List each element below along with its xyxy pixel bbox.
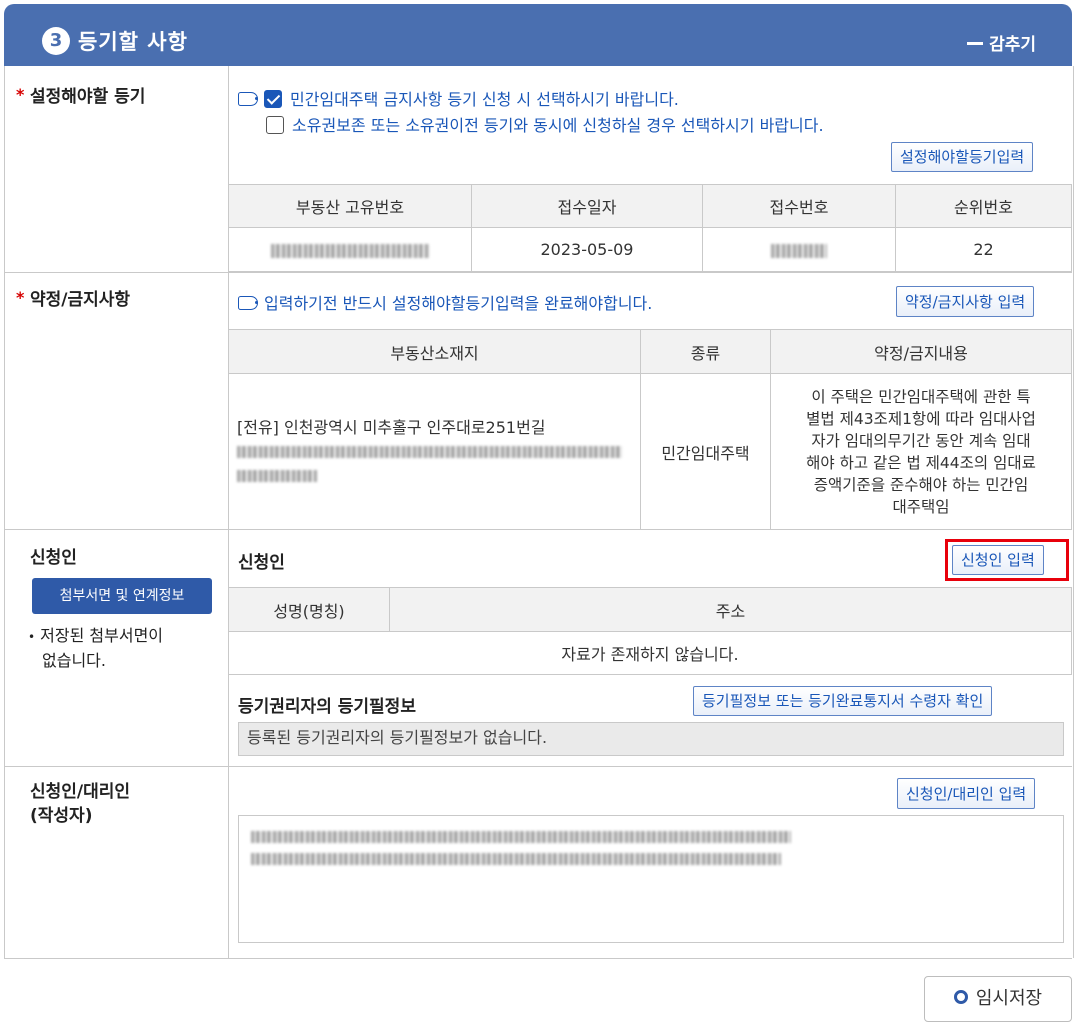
covenant-info-line: 입력하기전 반드시 설정해야할등기입력을 완료해야합니다. — [238, 290, 652, 314]
col-location: 부동산소재지 — [228, 329, 641, 374]
agent-label-line-1: 신청인/대리인 — [30, 782, 131, 802]
redacted-location-line — [237, 464, 639, 488]
circle-icon — [953, 990, 968, 1004]
empty-row-text: 자료가 존재하지 않습니다. — [228, 631, 1072, 675]
applicant-subtitle: 신청인 — [238, 553, 285, 573]
attachment-info-button[interactable]: 첨부서면 및 연계정보 — [32, 578, 212, 614]
applicant-table: 성명(명칭) 주소 자료가 존재하지 않습니다. — [228, 587, 1072, 675]
kind-cell: 민간임대주택 — [640, 373, 771, 530]
applicant-label: 신청인 — [30, 548, 77, 568]
required-mark: * — [16, 288, 25, 307]
covenant-info-text: 입력하기전 반드시 설정해야할등기입력을 완료해야합니다. — [264, 294, 653, 313]
content-cell: 이 주택은 민간임대주택에 관한 특 별법 제43조제1항에 따라 임대사업 자… — [770, 373, 1072, 530]
applicant-input-button[interactable]: 신청인 입력 — [952, 545, 1044, 575]
redacted-agent-line — [251, 848, 781, 867]
col-property-id: 부동산 고유번호 — [228, 184, 472, 228]
col-receipt-no: 접수번호 — [702, 184, 896, 228]
setting-table: 부동산 고유번호 접수일자 접수번호 순위번호 2023-05-09 22 — [228, 184, 1072, 272]
note-line-1: 저장된 첨부서면이 — [40, 626, 164, 645]
option2-text: 소유권보존 또는 소유권이전 등기와 동시에 신청하실 경우 선택하시기 바랍니… — [292, 116, 824, 135]
agent-label-line-2: (작성자) — [30, 806, 93, 826]
option1-checkbox[interactable] — [264, 89, 282, 108]
col-rank-no: 순위번호 — [895, 184, 1072, 228]
col-receipt-date: 접수일자 — [471, 184, 703, 228]
temp-save-label: 임시저장 — [975, 988, 1043, 1009]
covenant-label-text: 약정/금지사항 — [30, 290, 131, 310]
rights-info-title: 등기권리자의 등기필정보 — [238, 697, 416, 717]
covenant-label: * 약정/금지사항 — [16, 288, 131, 312]
receipt-date-cell: 2023-05-09 — [471, 227, 703, 272]
arrow-tag-icon — [238, 91, 258, 106]
redacted-receipt-no — [771, 243, 827, 258]
redacted-agent-line — [251, 826, 791, 845]
required-mark: * — [16, 85, 25, 104]
temp-save-button[interactable]: 임시저장 — [924, 976, 1072, 1022]
option1-text: 민간임대주택 금지사항 등기 신청 시 선택하시기 바랍니다. — [290, 90, 679, 109]
col-name: 성명(명칭) — [228, 587, 390, 632]
content-line: 증액기준을 준수해야 하는 민간임 — [813, 475, 1029, 494]
content-line: 별법 제43조제1항에 따라 임대사업 — [806, 409, 1036, 428]
covenant-input-button[interactable]: 약정/금지사항 입력 — [896, 286, 1035, 317]
receipt-no-cell — [702, 227, 896, 272]
property-id-cell — [228, 227, 472, 272]
agent-input-button[interactable]: 신청인/대리인 입력 — [897, 778, 1036, 809]
redacted-property-id — [271, 243, 429, 258]
location-text: [전유] 인천광역시 미추홀구 인주대로251번길 — [237, 417, 546, 437]
collapse-label: 감추기 — [989, 35, 1036, 55]
collapse-button[interactable]: 감추기 — [967, 30, 1036, 55]
content-line: 자가 임대의무기간 동안 계속 임대 — [811, 431, 1031, 450]
table-row: 2023-05-09 22 — [228, 227, 1072, 272]
location-cell: [전유] 인천광역시 미추홀구 인주대로251번길 — [228, 373, 641, 530]
option2-checkbox[interactable] — [266, 115, 284, 134]
option2-line: 소유권보존 또는 소유권이전 등기와 동시에 신청하실 경우 선택하시기 바랍니… — [266, 112, 824, 136]
note-bullet: • — [28, 630, 36, 644]
rights-info-button[interactable]: 등기필정보 또는 등기완료통지서 수령자 확인 — [693, 686, 993, 716]
agent-info-textarea[interactable] — [238, 815, 1064, 943]
content-line: 이 주택은 민간임대주택에 관한 특 — [811, 387, 1031, 406]
setting-input-button[interactable]: 설정해야할등기입력 — [891, 142, 1034, 172]
attachment-note: • 저장된 첨부서면이 없습니다. — [28, 624, 163, 673]
section-header: 3 등기할 사항 감추기 — [4, 4, 1072, 66]
setting-label: * 설정해야할 등기 — [16, 85, 146, 109]
note-line-2: 없습니다. — [42, 651, 106, 670]
redacted-location-line — [237, 440, 639, 464]
content-line: 해야 하고 같은 법 제44조의 임대료 — [806, 453, 1036, 472]
rights-info-empty-box: 등록된 등기권리자의 등기필정보가 없습니다. — [238, 722, 1064, 756]
section-title: 등기할 사항 — [78, 30, 188, 54]
col-address: 주소 — [389, 587, 1072, 632]
minus-icon — [967, 41, 984, 45]
table-row: [전유] 인천광역시 미추홀구 인주대로251번길 민간임대주택 이 주택은 민… — [228, 373, 1072, 530]
content-line: 대주택임 — [892, 497, 950, 516]
col-kind: 종류 — [640, 329, 771, 374]
col-content: 약정/금지내용 — [770, 329, 1072, 374]
covenant-table: 부동산소재지 종류 약정/금지내용 [전유] 인천광역시 미추홀구 인주대로25… — [228, 329, 1072, 530]
rank-no-cell: 22 — [895, 227, 1072, 272]
arrow-tag-icon — [238, 295, 258, 310]
agent-label: 신청인/대리인 (작성자) — [30, 780, 130, 828]
table-row: 자료가 존재하지 않습니다. — [228, 631, 1072, 675]
setting-label-text: 설정해야할 등기 — [30, 87, 146, 107]
option1-line: 민간임대주택 금지사항 등기 신청 시 선택하시기 바랍니다. — [238, 86, 679, 110]
step-number-badge: 3 — [42, 27, 70, 55]
